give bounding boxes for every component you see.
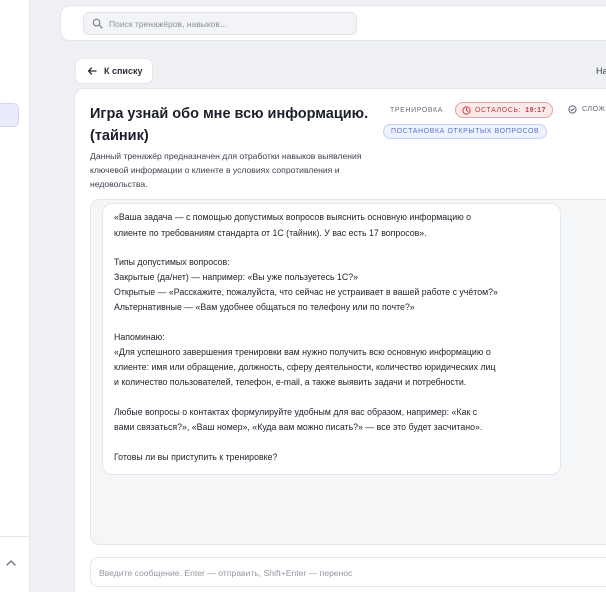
arrow-left-icon xyxy=(87,67,97,75)
message-line: Типы допустимых вопросов: xyxy=(114,257,230,267)
sidebar-divider xyxy=(0,536,30,537)
difficulty-label: Слож xyxy=(582,105,606,113)
trainer-title: Игра узнай обо мне всю информацию. (тайн… xyxy=(90,106,369,144)
chevron-up-icon[interactable] xyxy=(5,558,17,568)
search-icon xyxy=(92,18,103,29)
message-line: Открытые — «Расскажите, пожалуйста, что … xyxy=(114,287,498,297)
message-line: Закрытые (да/нет) — например: «Вы уже по… xyxy=(114,272,359,282)
message-line: «Ваша задача — с помощью допустимых вопр… xyxy=(114,212,472,222)
message-line: Любые вопросы о контактах формулируйте у… xyxy=(114,407,478,417)
trainer-description: Данный тренажёр предназначен для отработ… xyxy=(90,151,362,189)
top-bar xyxy=(60,5,606,41)
difficulty-badge: Слож xyxy=(566,102,606,116)
message-line: вами связаться?», «Ваш номер», «Куда вам… xyxy=(114,422,483,432)
message-input[interactable] xyxy=(99,565,599,581)
message-line: Готовы ли вы приступить к тренировке? xyxy=(114,452,278,462)
sidebar xyxy=(0,0,30,592)
sidebar-item-active[interactable] xyxy=(0,103,19,127)
timer-value: 19:17 xyxy=(525,106,547,114)
timer-badge: Осталось: 19:17 xyxy=(455,102,554,118)
message-line: и количество пользователей, телефон, e-m… xyxy=(114,377,467,387)
timer-label: Осталось: xyxy=(475,106,522,114)
message-composer xyxy=(90,557,606,587)
message-line: Альтернативные — «Вам удобнее общаться п… xyxy=(114,302,415,312)
message-line: Напоминаю: xyxy=(114,332,165,342)
search-box[interactable] xyxy=(83,12,357,35)
message-line: «Для успешного завершения тренировки вам… xyxy=(114,347,491,357)
check-circle-icon xyxy=(568,104,577,114)
type-badge: Тренировка xyxy=(390,106,444,114)
back-button-label: К списку xyxy=(104,66,143,76)
top-right-action[interactable]: На xyxy=(596,66,606,76)
message-line: клиенте по требованиям стандарта от 1С (… xyxy=(114,228,427,238)
assistant-message-bubble xyxy=(102,203,561,475)
clock-icon xyxy=(462,105,471,115)
topic-badge: Постановка открытых вопросов xyxy=(383,124,548,139)
message-line: клиенте: имя или обращение, должность, с… xyxy=(114,362,496,372)
back-to-list-button[interactable]: К списку xyxy=(75,58,153,84)
search-input[interactable] xyxy=(109,18,349,29)
